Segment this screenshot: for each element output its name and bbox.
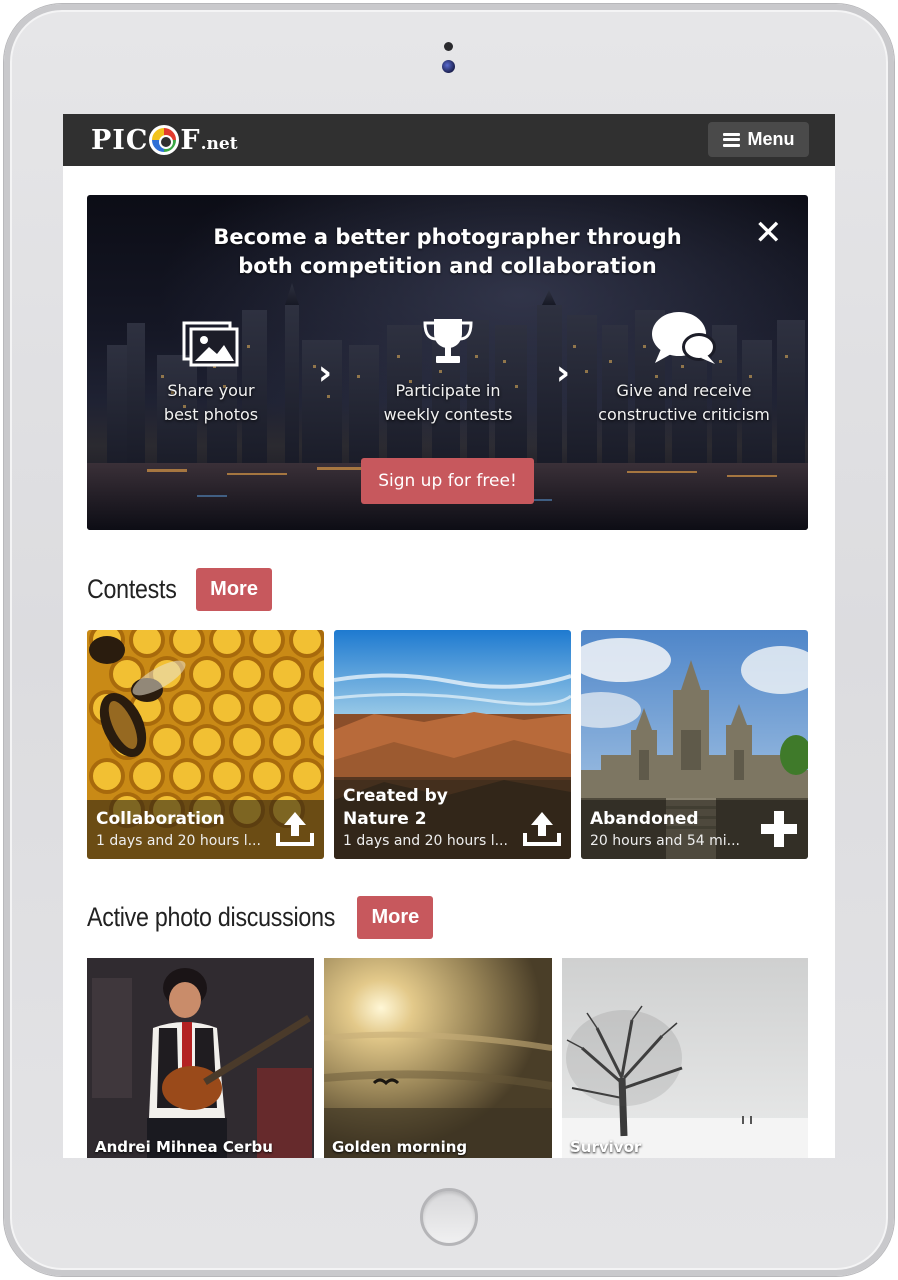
hamburger-icon: [722, 132, 740, 147]
step-1-line-2: best photos: [163, 405, 259, 424]
upload-icon[interactable]: [275, 809, 315, 849]
contest-name-line-1: Created by: [343, 786, 448, 806]
plus-icon[interactable]: [759, 809, 799, 849]
contests-header: Contests More: [87, 568, 272, 611]
discussion-image-survivor: [562, 958, 808, 1158]
step-1-line-1: Share your: [167, 381, 255, 400]
contest-card-collaboration[interactable]: Collaboration 1 days and 20 hours l...: [87, 630, 324, 859]
step-3-line-2: constructive criticism: [598, 405, 770, 424]
menu-label: Menu: [747, 129, 795, 149]
discussions-header: Active photo discussions More: [87, 896, 434, 939]
front-camera: [442, 60, 455, 73]
site-logo[interactable]: PIC F .net: [91, 124, 238, 156]
logo-ball-icon: [149, 125, 180, 155]
contests-more-button[interactable]: More: [196, 568, 272, 611]
logo-suffix: .net: [200, 134, 238, 154]
logo-text-left: PIC: [91, 124, 149, 156]
contest-time-left: 20 hours and 54 mi...: [590, 833, 741, 849]
menu-button[interactable]: Menu: [708, 122, 809, 157]
contests-title: Contests: [87, 574, 177, 604]
chevron-right-icon: ›: [556, 353, 571, 393]
contest-card-abandoned[interactable]: Abandoned 20 hours and 54 mi...: [581, 630, 808, 859]
step-give-receive-criticism: Give and receive constructive criticism: [584, 307, 784, 427]
step-share-photos: Share your best photos: [111, 307, 311, 427]
top-navbar: PIC F .net Menu: [63, 114, 835, 166]
discussion-label: Golden morning: [332, 1138, 468, 1156]
discussions-title: Active photo discussions: [87, 902, 336, 932]
hero-banner: Become a better photographer through bot…: [87, 195, 808, 530]
photos-icon: [111, 307, 311, 367]
discussion-tile-survivor[interactable]: Survivor: [562, 958, 808, 1158]
step-weekly-contests: Participate in weekly contests: [348, 307, 548, 427]
hero-title-line-2: both competition and collaboration: [238, 254, 657, 278]
discussion-image-guitarist: [87, 958, 314, 1158]
home-button[interactable]: [420, 1188, 478, 1246]
contest-time-left: 1 days and 20 hours l...: [96, 833, 261, 849]
hero-title: Become a better photographer through bot…: [87, 223, 808, 281]
chat-bubbles-icon: [584, 307, 784, 367]
chevron-right-icon: ›: [318, 353, 333, 393]
discussion-label: Andrei Mihnea Cerbu: [95, 1138, 273, 1156]
contest-time-left: 1 days and 20 hours l...: [343, 833, 508, 849]
discussions-more-button[interactable]: More: [357, 896, 434, 939]
step-3-line-1: Give and receive: [616, 381, 752, 400]
upload-icon[interactable]: [522, 809, 562, 849]
discussion-label: Survivor: [570, 1138, 642, 1156]
trophy-icon: [348, 307, 548, 367]
screen: PIC F .net Menu Become a better photogra…: [63, 114, 835, 1158]
step-2-line-2: weekly contests: [383, 405, 513, 424]
contest-card-created-by-nature-2[interactable]: Created by Nature 2 1 days and 20 hours …: [334, 630, 571, 859]
sensor-dot: [444, 42, 453, 51]
discussion-tile-andrei-mihnea-cerbu[interactable]: Andrei Mihnea Cerbu: [87, 958, 314, 1158]
step-2-line-1: Participate in: [395, 381, 501, 400]
discussion-tile-golden-morning[interactable]: Golden morning: [324, 958, 552, 1158]
logo-text-right: F: [180, 124, 201, 156]
discussion-image-golden-morning: [324, 958, 552, 1158]
signup-button[interactable]: Sign up for free!: [361, 458, 534, 504]
hero-title-line-1: Become a better photographer through: [213, 225, 682, 249]
close-icon[interactable]: ✕: [754, 216, 783, 250]
